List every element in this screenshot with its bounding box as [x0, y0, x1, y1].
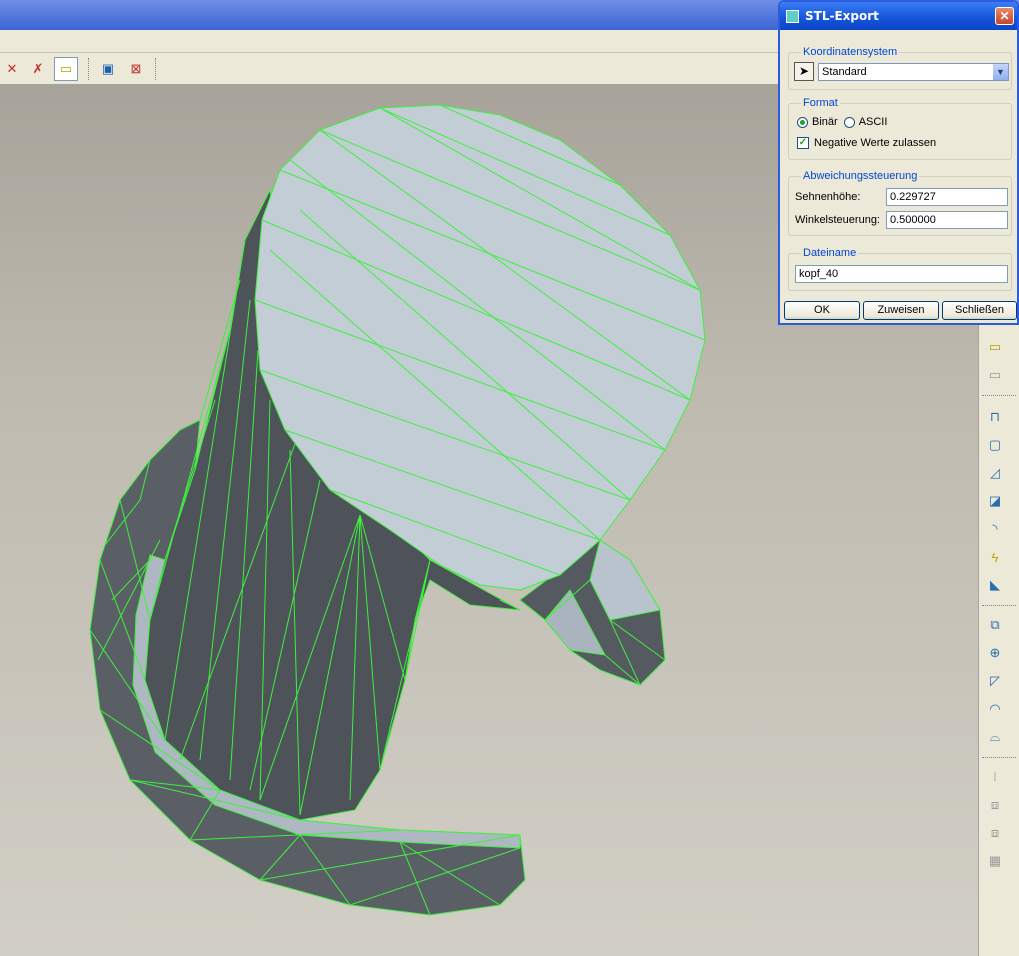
- datum-plane-icon[interactable]: ⧉: [983, 613, 1007, 637]
- deviation-group: Abweichungssteuerung Sehnenhöhe: 0.22972…: [788, 170, 1012, 236]
- dialog-app-icon: [786, 9, 799, 23]
- dialog-title: STL-Export: [805, 9, 879, 23]
- cursor-pick-icon[interactable]: ➤: [794, 62, 814, 81]
- window-close-icon[interactable]: ⊠: [124, 57, 148, 81]
- shell-icon[interactable]: ▢: [983, 433, 1007, 457]
- table-icon[interactable]: ▦: [983, 849, 1007, 873]
- chamfer-icon[interactable]: ◣: [983, 573, 1007, 597]
- coordinate-system-group: Koordinatensystem ➤ Standard ▼: [788, 46, 1012, 90]
- rib-icon[interactable]: ◪: [983, 489, 1007, 513]
- group-label: Format: [801, 97, 840, 109]
- surface-icon[interactable]: ⌓: [983, 725, 1007, 749]
- negative-values-label: Negative Werte zulassen: [814, 137, 937, 149]
- selection-filter-2-icon[interactable]: ▭: [983, 363, 1007, 387]
- curve-icon[interactable]: ◠: [983, 697, 1007, 721]
- coordinate-system-value: Standard: [822, 66, 867, 78]
- right-toolbar: ▭ ▭ ⊓ ▢ ◿ ◪ ◝ ϟ ◣ ⧉ ⊕ ◸ ◠ ⌓ ⧘ ⧈ ⧈ ▦: [978, 325, 1019, 956]
- group-label: Abweichungssteuerung: [801, 170, 920, 182]
- selection-filter-icon[interactable]: ▭: [54, 57, 78, 81]
- toolbar-separator: [982, 757, 1016, 759]
- chord-height-input[interactable]: 0.229727: [886, 188, 1008, 206]
- chevron-down-icon[interactable]: ▼: [993, 64, 1008, 80]
- angle-control-input[interactable]: 0.500000: [886, 211, 1008, 229]
- window-check-icon[interactable]: ▣: [96, 57, 120, 81]
- negative-values-checkbox[interactable]: ✓: [797, 137, 809, 149]
- hide-axes-icon[interactable]: ✗: [26, 57, 50, 81]
- cosmetic-icon[interactable]: ϟ: [983, 545, 1007, 569]
- datum-point-icon[interactable]: ◸: [983, 669, 1007, 693]
- group-label: Dateiname: [801, 247, 859, 259]
- round-icon[interactable]: ◝: [983, 517, 1007, 541]
- negative-values-row[interactable]: ✓ Negative Werte zulassen: [797, 137, 936, 149]
- filename-input[interactable]: kopf_40: [795, 265, 1008, 283]
- filename-group: Dateiname kopf_40: [788, 247, 1012, 291]
- ascii-label: ASCII: [858, 116, 888, 128]
- toolbar-separator: [982, 605, 1016, 607]
- format-group: Format Binär ASCII ✓ Negative Werte zula…: [788, 97, 1012, 160]
- stl-export-dialog: STL-Export ✕ Koordinatensystem ➤ Standar…: [778, 0, 1019, 325]
- angle-control-label: Winkelsteuerung:: [795, 214, 880, 226]
- selection-filter-icon[interactable]: ▭: [983, 335, 1007, 359]
- hide-points-icon[interactable]: ✕: [0, 57, 24, 81]
- close-icon[interactable]: ✕: [995, 7, 1014, 25]
- toolbar-separator: [88, 58, 90, 80]
- close-button[interactable]: Schließen: [942, 301, 1017, 320]
- coordinate-system-select[interactable]: Standard ▼: [818, 63, 1009, 81]
- pattern-icon[interactable]: ⧈: [983, 821, 1007, 845]
- binary-label: Binär: [812, 116, 838, 128]
- binary-radio[interactable]: [797, 116, 808, 128]
- group-label: Koordinatensystem: [801, 46, 900, 58]
- toolbar-separator: [982, 395, 1016, 397]
- assign-button[interactable]: Zuweisen: [863, 301, 939, 320]
- dialog-title-bar[interactable]: STL-Export ✕: [780, 2, 1017, 30]
- draft-icon[interactable]: ◿: [983, 461, 1007, 485]
- toolbar-separator: [155, 58, 157, 80]
- chord-height-label: Sehnenhöhe:: [795, 191, 861, 203]
- datum-axis-icon[interactable]: ⊕: [983, 641, 1007, 665]
- mirror-icon[interactable]: ⧘: [983, 765, 1007, 789]
- extrude-icon[interactable]: ⊓: [983, 405, 1007, 429]
- binary-radio-row[interactable]: Binär ASCII: [797, 116, 887, 128]
- copy-icon[interactable]: ⧈: [983, 793, 1007, 817]
- ok-button[interactable]: OK: [784, 301, 860, 320]
- ascii-radio[interactable]: [843, 116, 855, 128]
